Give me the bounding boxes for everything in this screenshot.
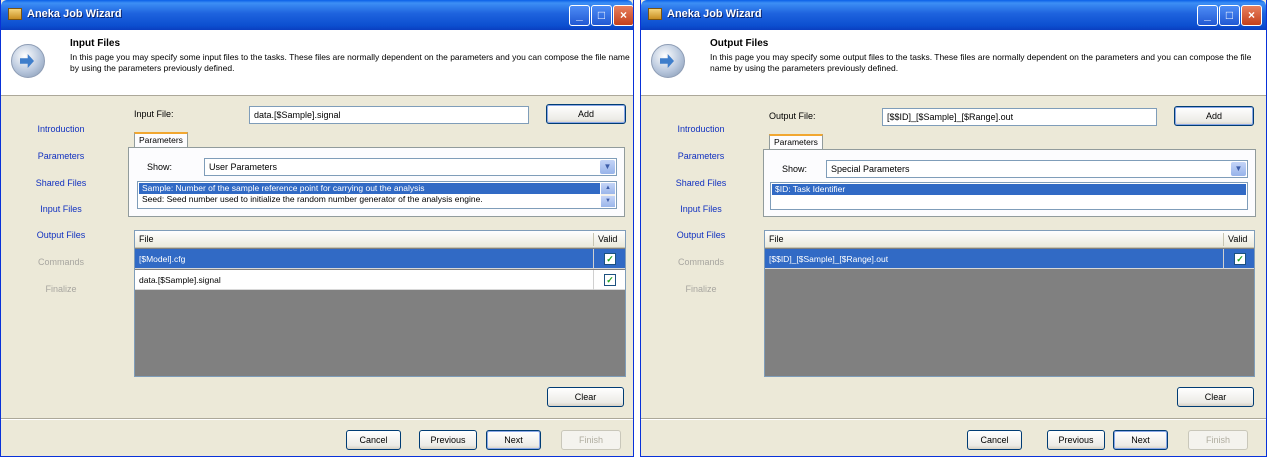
nav-item-parameters[interactable]: Parameters: [1, 151, 121, 161]
page-title: Input Files: [70, 38, 120, 49]
chevron-down-icon[interactable]: ▼: [600, 160, 615, 174]
list-item[interactable]: $ID: Task Identifier: [772, 184, 1246, 195]
nav-item-finalize: Finalize: [45, 284, 77, 294]
chevron-down-icon[interactable]: ▼: [1231, 162, 1246, 176]
wizard-header: Input Files In this page you may specify…: [1, 30, 633, 96]
grid-column-file[interactable]: File: [765, 231, 784, 248]
list-item[interactable]: Seed: Seed number used to initialize the…: [139, 194, 600, 205]
file-cell: data.[$Sample].signal: [139, 275, 221, 285]
page-title: Output Files: [710, 38, 769, 49]
close-button[interactable]: ×: [613, 5, 633, 26]
show-dropdown[interactable]: Special Parameters ▼: [826, 160, 1248, 178]
show-dropdown[interactable]: User Parameters ▼: [204, 158, 617, 176]
grid-column-file[interactable]: File: [135, 231, 154, 248]
previous-button[interactable]: Previous: [1047, 430, 1105, 450]
parameters-panel: Show: User Parameters ▼ Sample: Number o…: [128, 147, 625, 217]
parameters-list[interactable]: Sample: Number of the sample reference p…: [137, 181, 617, 209]
show-label: Show:: [147, 162, 173, 172]
cancel-button[interactable]: Cancel: [346, 430, 401, 450]
maximize-button[interactable]: □: [591, 5, 612, 26]
table-row[interactable]: [$Model].cfg ✓: [135, 249, 625, 269]
title-bar[interactable]: Aneka Job Wizard _ □ ×: [641, 0, 1266, 30]
table-row[interactable]: data.[$Sample].signal ✓: [135, 270, 625, 290]
wizard-nav: Introduction Parameters Shared Files Inp…: [641, 97, 761, 417]
output-file-field[interactable]: [$$ID]_[$Sample]_[$Range].out: [882, 108, 1157, 126]
nav-item-finalize: Finalize: [685, 284, 717, 294]
cell-separator: [593, 270, 594, 290]
grid-header: File Valid: [135, 231, 625, 248]
add-button[interactable]: Add: [1174, 106, 1254, 126]
nav-item-output-files[interactable]: Output Files: [641, 230, 761, 240]
show-dropdown-value: Special Parameters: [831, 164, 910, 174]
nav-item-introduction[interactable]: Introduction: [1, 124, 121, 134]
page-description: In this page you may specify some output…: [710, 52, 1252, 73]
nav-item-input-files[interactable]: Input Files: [641, 204, 761, 214]
file-cell: [$Model].cfg: [139, 254, 186, 264]
file-label: Input File:: [134, 109, 174, 119]
cell-separator: [1223, 249, 1224, 269]
next-button[interactable]: Next: [1113, 430, 1168, 450]
tab-parameters[interactable]: Parameters: [769, 134, 823, 150]
grid-header: File Valid: [765, 231, 1254, 248]
files-grid: File Valid [$$ID]_[$Sample]_[$Range].out…: [764, 230, 1255, 377]
wizard-header: Output Files In this page you may specif…: [641, 30, 1266, 96]
app-icon: [648, 8, 662, 20]
finish-button: Finish: [561, 430, 621, 450]
nav-item-output-files[interactable]: Output Files: [1, 230, 121, 240]
previous-button[interactable]: Previous: [419, 430, 477, 450]
show-label: Show:: [782, 164, 808, 174]
list-item[interactable]: Sample: Number of the sample reference p…: [139, 183, 600, 194]
close-button[interactable]: ×: [1241, 5, 1262, 26]
footer-divider: [1, 418, 633, 420]
maximize-button[interactable]: □: [1219, 5, 1240, 26]
grid-column-valid[interactable]: Valid: [594, 231, 617, 248]
wizard-window-input-files: Aneka Job Wizard _ □ × Input Files In th…: [0, 0, 634, 457]
clear-button[interactable]: Clear: [1177, 387, 1254, 407]
tab-parameters[interactable]: Parameters: [134, 132, 188, 148]
finish-button: Finish: [1188, 430, 1248, 450]
parameters-list[interactable]: $ID: Task Identifier: [770, 182, 1248, 210]
nav-item-commands: Commands: [37, 257, 84, 267]
valid-checkbox[interactable]: ✓: [604, 274, 616, 286]
window-title: Aneka Job Wizard: [27, 8, 122, 20]
show-dropdown-value: User Parameters: [209, 162, 278, 172]
file-cell: [$$ID]_[$Sample]_[$Range].out: [769, 254, 889, 264]
valid-checkbox[interactable]: ✓: [604, 253, 616, 265]
wizard-arrow-icon: [651, 44, 685, 78]
input-file-field[interactable]: data.[$Sample].signal: [249, 106, 529, 124]
nav-item-commands: Commands: [677, 257, 724, 267]
minimize-button[interactable]: _: [569, 5, 590, 26]
wizard-window-output-files: Aneka Job Wizard _ □ × Output Files In t…: [640, 0, 1267, 457]
list-scrollbar[interactable]: ▲ ▼: [601, 183, 615, 207]
nav-item-parameters[interactable]: Parameters: [641, 151, 761, 161]
wizard-arrow-icon: [11, 44, 45, 78]
nav-item-introduction[interactable]: Introduction: [641, 124, 761, 134]
cancel-button[interactable]: Cancel: [967, 430, 1022, 450]
add-button[interactable]: Add: [546, 104, 626, 124]
grid-column-valid[interactable]: Valid: [1224, 231, 1247, 248]
window-title: Aneka Job Wizard: [667, 8, 762, 20]
page-description: In this page you may specify some input …: [70, 52, 630, 73]
next-button[interactable]: Next: [486, 430, 541, 450]
minimize-button[interactable]: _: [1197, 5, 1218, 26]
table-row[interactable]: [$$ID]_[$Sample]_[$Range].out ✓: [765, 249, 1254, 269]
files-grid: File Valid [$Model].cfg ✓ data.[$Sample]…: [134, 230, 626, 377]
valid-checkbox[interactable]: ✓: [1234, 253, 1246, 265]
nav-item-shared-files[interactable]: Shared Files: [1, 178, 121, 188]
scroll-up-icon[interactable]: ▲: [601, 183, 615, 194]
footer-divider: [641, 418, 1266, 420]
nav-item-shared-files[interactable]: Shared Files: [641, 178, 761, 188]
clear-button[interactable]: Clear: [547, 387, 624, 407]
wizard-nav: Introduction Parameters Shared Files Inp…: [1, 97, 121, 417]
parameters-panel: Show: Special Parameters ▼ $ID: Task Ide…: [763, 149, 1256, 217]
file-label: Output File:: [769, 111, 816, 121]
nav-item-input-files[interactable]: Input Files: [1, 204, 121, 214]
cell-separator: [593, 249, 594, 269]
title-bar[interactable]: Aneka Job Wizard _ □ ×: [1, 0, 633, 30]
scroll-down-icon[interactable]: ▼: [601, 196, 615, 207]
app-icon: [8, 8, 22, 20]
